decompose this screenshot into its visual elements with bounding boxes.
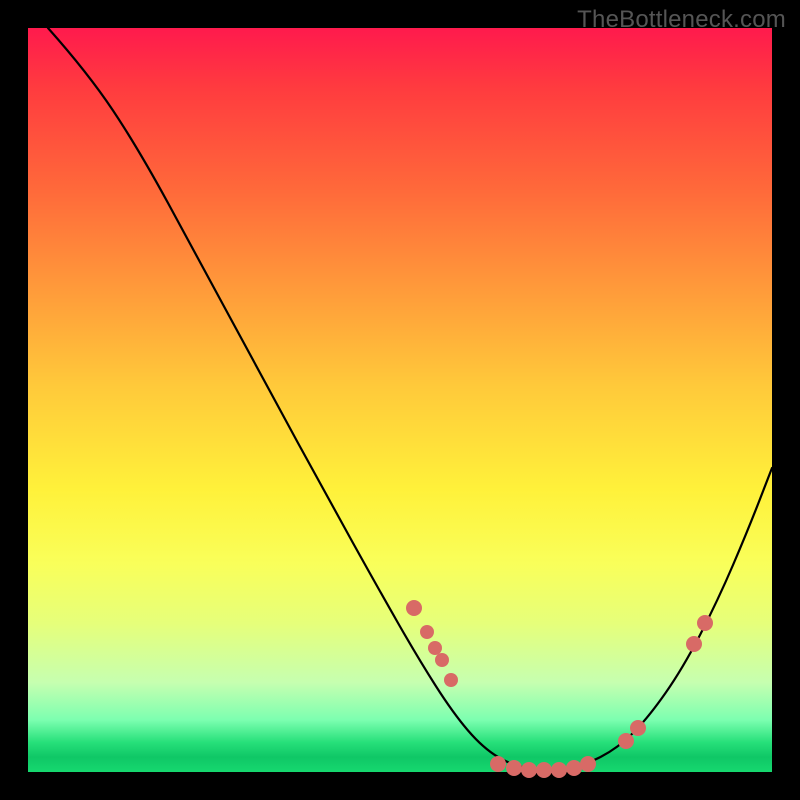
data-point: [506, 760, 522, 776]
data-point: [536, 762, 552, 778]
data-point: [566, 760, 582, 776]
data-point: [521, 762, 537, 778]
chart-svg: [28, 28, 772, 772]
data-point: [618, 733, 634, 749]
data-point: [686, 636, 702, 652]
data-point: [420, 625, 434, 639]
bottleneck-curve: [48, 28, 772, 770]
data-point: [580, 756, 596, 772]
data-point: [406, 600, 422, 616]
data-point: [444, 673, 458, 687]
chart-plot-area: [28, 28, 772, 772]
data-point: [630, 720, 646, 736]
data-point: [551, 762, 567, 778]
watermark-text: TheBottleneck.com: [577, 6, 786, 34]
data-point: [435, 653, 449, 667]
data-point: [490, 756, 506, 772]
data-point: [428, 641, 442, 655]
data-point: [697, 615, 713, 631]
